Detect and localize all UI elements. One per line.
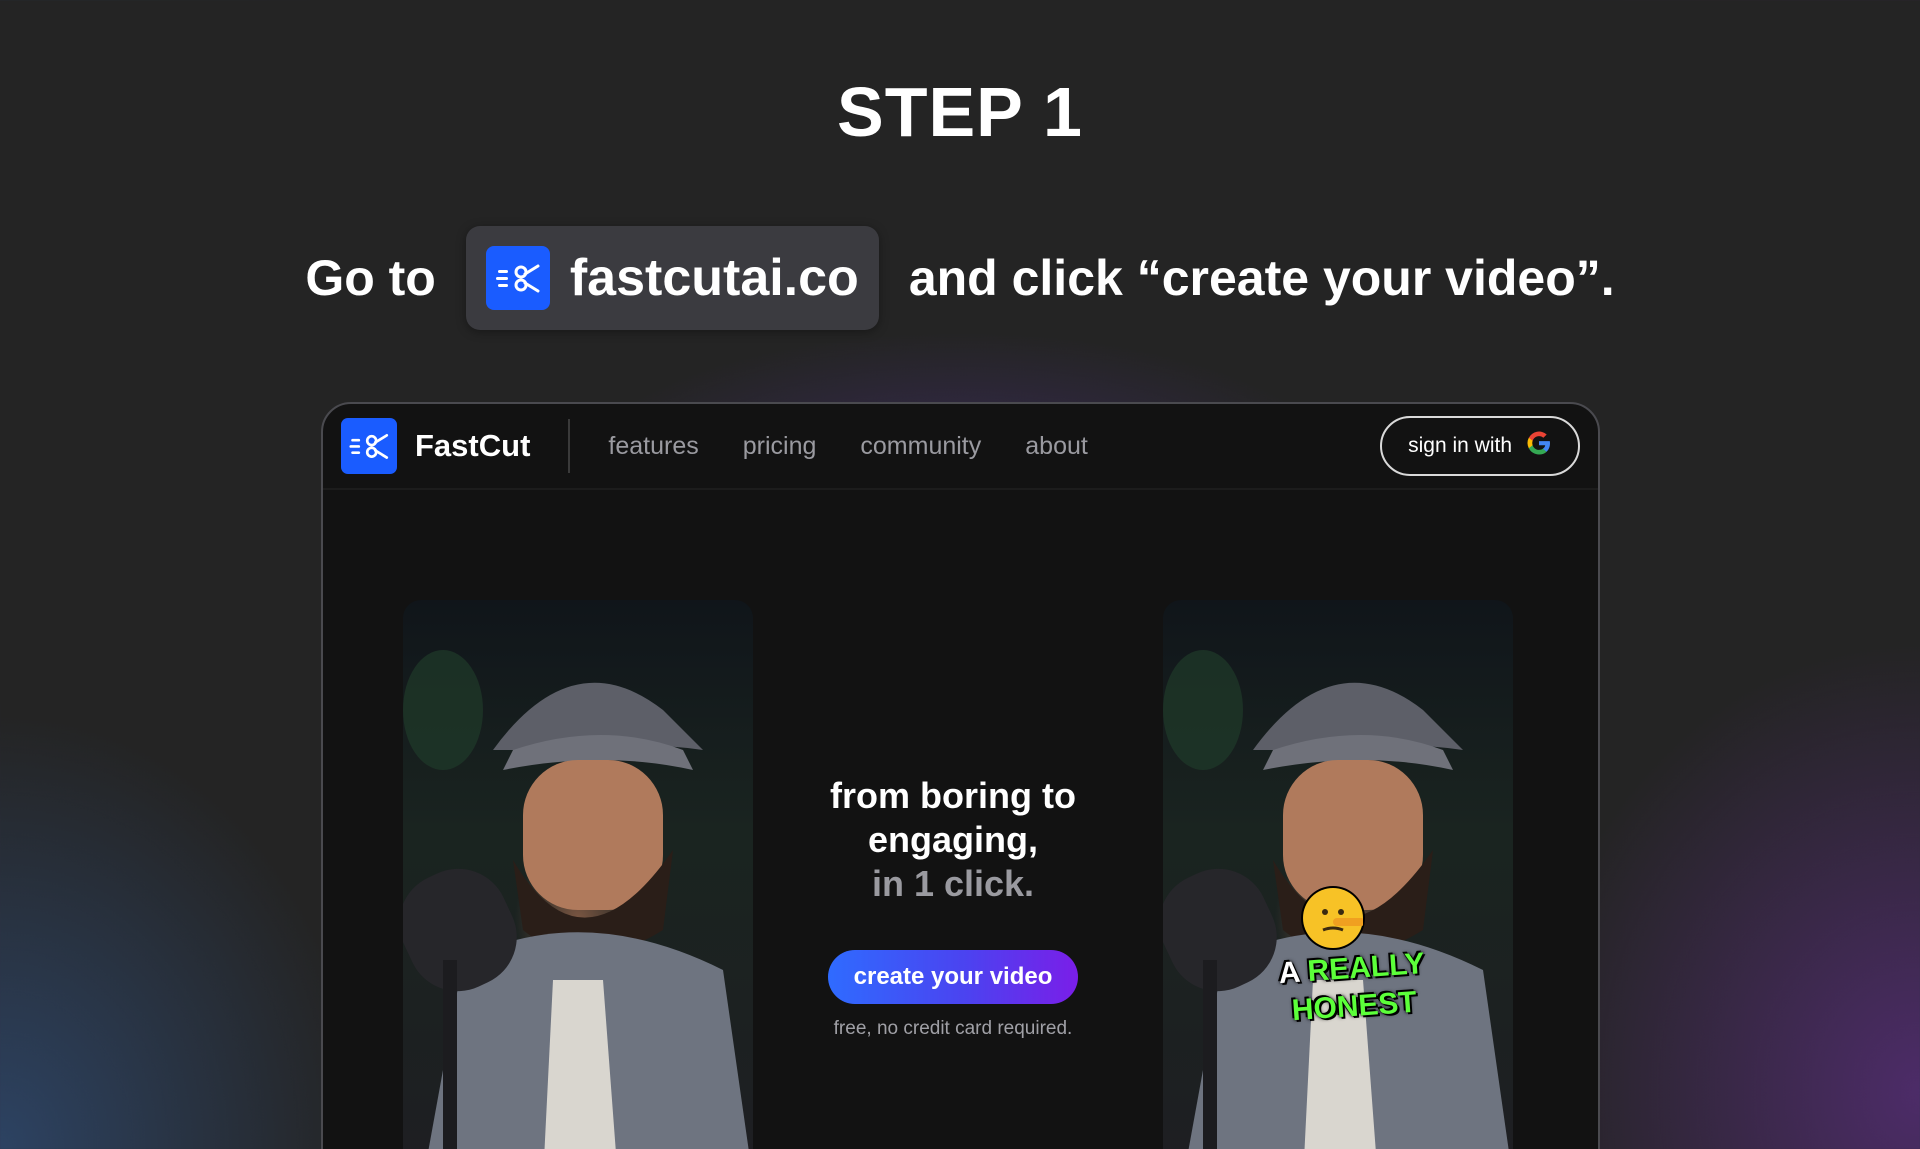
caption-word-2: REALLY [1306,946,1426,989]
sign-in-label: sign in with [1408,434,1512,457]
instruction-row: Go to fastcutai.co and click “create you… [0,226,1920,330]
nav-divider [568,419,571,473]
caption-word-1: A [1277,955,1301,991]
fastcut-logo-icon [485,246,550,310]
instruction-suffix: and click “create your video”. [908,250,1615,306]
url-text: fastcutai.co [569,249,859,307]
video-before-image [403,600,753,1149]
nav-community[interactable]: community [860,432,981,461]
caption-word-3: HONEST [1290,985,1418,1028]
fastcut-logo-icon[interactable] [341,418,397,474]
hero-line-2: engaging, [868,819,1038,860]
hero-line-3: in 1 click. [871,863,1035,904]
lying-face-emoji-icon [1303,888,1365,948]
nav-pricing[interactable]: pricing [743,432,817,461]
instruction-prefix: Go to [305,250,436,306]
google-icon [1524,428,1554,464]
website-preview: FastCut features pricing community about… [321,402,1600,1149]
sign-in-google-button[interactable]: sign in with [1380,416,1580,476]
nav-features[interactable]: features [608,432,698,461]
brand-name[interactable]: FastCut [415,428,530,464]
hero-section: from boring to engaging, in 1 click. cre… [783,774,1123,1040]
video-caption: A REALLY HONEST [1251,943,1456,1033]
cta-note: free, no credit card required. [833,1018,1073,1039]
url-pill[interactable]: fastcutai.co [465,226,879,330]
step-title: STEP 1 [837,73,1083,151]
site-navbar: FastCut features pricing community about… [323,404,1598,490]
create-video-button[interactable]: create your video [827,950,1079,1004]
hero-line-1: from boring to [830,775,1076,816]
nav-about[interactable]: about [1025,432,1088,461]
video-after-image: A REALLY HONEST [1163,600,1513,1149]
